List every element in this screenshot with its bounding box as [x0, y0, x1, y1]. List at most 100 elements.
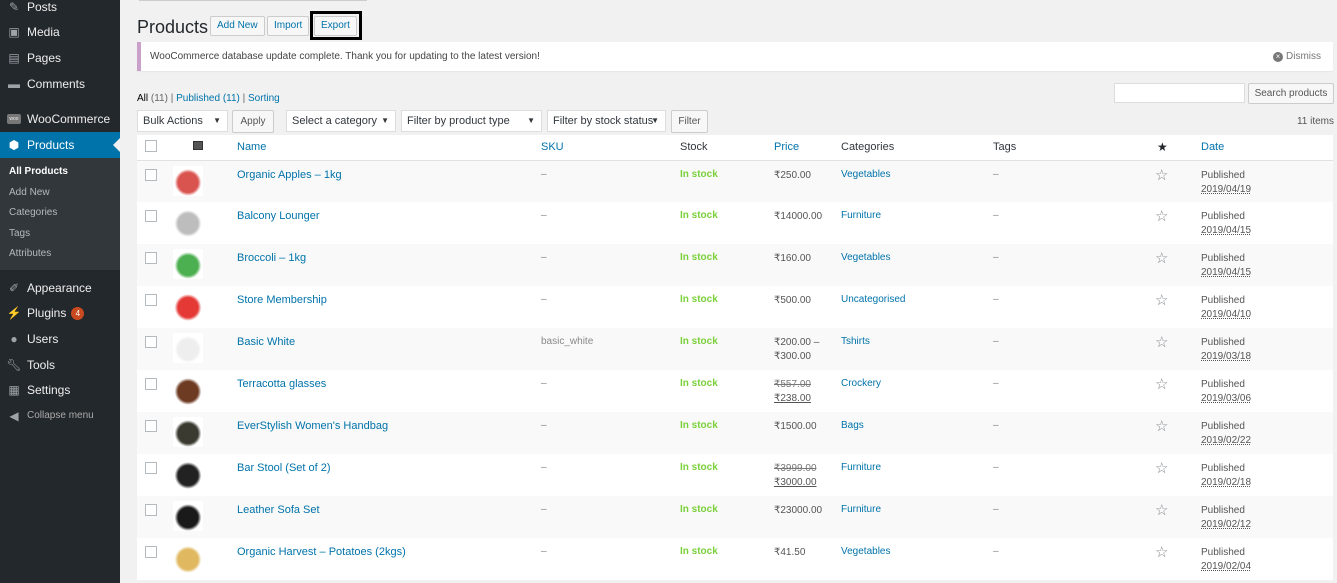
- sidebar-item-appearance[interactable]: ✐ Appearance: [0, 275, 120, 301]
- product-name-link[interactable]: Store Membership: [237, 294, 327, 306]
- sidebar-item-comments[interactable]: ▬ Comments: [0, 71, 120, 97]
- featured-star-icon[interactable]: ☆: [1155, 459, 1201, 477]
- product-name-link[interactable]: Broccoli – 1kg: [237, 252, 306, 264]
- add-new-button[interactable]: Add New: [210, 16, 265, 36]
- products-submenu: All Products Add New Categories Tags Att…: [0, 157, 120, 271]
- sidebar-item-products[interactable]: ⬢ Products: [0, 131, 120, 158]
- product-thumbnail[interactable]: [173, 501, 203, 531]
- featured-star-icon[interactable]: ☆: [1155, 501, 1201, 519]
- category-link[interactable]: Crockery: [841, 378, 881, 389]
- product-type-select[interactable]: Filter by product type ▼: [401, 110, 542, 132]
- column-name[interactable]: Name: [237, 135, 541, 161]
- sidebar-item-posts[interactable]: ✎ Posts: [0, 0, 120, 20]
- row-checkbox[interactable]: [145, 378, 157, 390]
- dismiss-button[interactable]: × Dismiss: [1273, 51, 1321, 62]
- sidebar-item-pages[interactable]: ▤ Pages: [0, 45, 120, 71]
- view-all[interactable]: All (11): [137, 93, 168, 104]
- product-name-link[interactable]: Organic Harvest – Potatoes (2kgs): [237, 546, 406, 558]
- view-published-count: (11): [222, 93, 240, 104]
- category-link[interactable]: Furniture: [841, 462, 881, 473]
- column-sku[interactable]: SKU: [541, 135, 680, 161]
- row-checkbox[interactable]: [145, 504, 157, 516]
- submenu-attributes[interactable]: Attributes: [0, 244, 120, 265]
- product-thumbnail[interactable]: [173, 165, 203, 196]
- row-checkbox[interactable]: [145, 336, 157, 348]
- product-name-link[interactable]: Leather Sofa Set: [237, 504, 320, 516]
- sidebar-item-users[interactable]: ● Users: [0, 326, 120, 352]
- publish-status: Published: [1201, 211, 1245, 222]
- collapse-menu-button[interactable]: ◀ Collapse menu: [0, 403, 120, 429]
- submenu-all-products[interactable]: All Products: [0, 162, 120, 183]
- stock-status-select[interactable]: Filter by stock status ▼: [547, 110, 666, 132]
- sidebar-item-media[interactable]: ▣ Media: [0, 20, 120, 46]
- apply-button[interactable]: Apply: [232, 110, 274, 133]
- featured-star-icon[interactable]: ☆: [1155, 375, 1201, 393]
- row-checkbox[interactable]: [145, 210, 157, 222]
- submenu-categories[interactable]: Categories: [0, 203, 120, 224]
- filter-button[interactable]: Filter: [671, 110, 708, 133]
- submenu-add-new[interactable]: Add New: [0, 182, 120, 203]
- category-link[interactable]: Vegetables: [841, 169, 891, 180]
- stock-status: In stock: [680, 496, 774, 538]
- product-thumbnail[interactable]: [173, 333, 203, 363]
- row-checkbox[interactable]: [145, 168, 157, 181]
- row-checkbox[interactable]: [145, 546, 157, 558]
- search-products-button[interactable]: Search products: [1248, 83, 1334, 104]
- submenu-tags[interactable]: Tags: [0, 223, 120, 244]
- category-link[interactable]: Uncategorised: [841, 294, 905, 305]
- product-thumbnail[interactable]: [173, 417, 203, 447]
- price-value: ₹41.50: [774, 547, 806, 558]
- category-link[interactable]: Tshirts: [841, 336, 870, 347]
- column-price[interactable]: Price: [774, 135, 841, 161]
- sidebar-item-woocommerce[interactable]: woo WooCommerce: [0, 106, 120, 132]
- product-name-link[interactable]: Terracotta glasses: [237, 378, 326, 390]
- product-thumbnail[interactable]: [173, 207, 203, 237]
- sidebar-item-plugins[interactable]: ⚡ Plugins 4: [0, 301, 120, 327]
- category-link[interactable]: Vegetables: [841, 252, 891, 263]
- featured-column-star-icon[interactable]: ★: [1157, 140, 1168, 154]
- featured-star-icon[interactable]: ☆: [1155, 249, 1201, 267]
- featured-star-icon[interactable]: ☆: [1155, 543, 1201, 561]
- category-select[interactable]: Select a category ▼: [286, 110, 396, 132]
- view-sorting[interactable]: Sorting: [248, 93, 280, 104]
- row-checkbox[interactable]: [145, 420, 157, 432]
- product-price: ₹41.50: [774, 538, 841, 580]
- featured-star-icon[interactable]: ☆: [1155, 417, 1201, 435]
- product-thumbnail[interactable]: [173, 375, 203, 405]
- category-link[interactable]: Bags: [841, 420, 864, 431]
- product-name-link[interactable]: Bar Stool (Set of 2): [237, 462, 331, 474]
- sidebar-item-settings[interactable]: ▦ Settings: [0, 377, 120, 403]
- stock-status: In stock: [680, 244, 774, 286]
- stock-status: In stock: [680, 546, 718, 557]
- product-thumbnail[interactable]: [173, 459, 203, 489]
- product-name-link[interactable]: Organic Apples – 1kg: [237, 169, 342, 181]
- category-link[interactable]: Furniture: [841, 210, 881, 221]
- product-sku: –: [541, 244, 680, 286]
- product-name-link[interactable]: EverStylish Women's Handbag: [237, 420, 388, 432]
- product-thumbnail[interactable]: [173, 249, 203, 279]
- featured-star-icon[interactable]: ☆: [1155, 333, 1201, 351]
- product-sku: –: [541, 496, 680, 538]
- view-published[interactable]: Published (11): [176, 93, 240, 104]
- category-link[interactable]: Vegetables: [841, 546, 891, 557]
- product-thumbnail[interactable]: [173, 543, 203, 573]
- search-products-input[interactable]: [1114, 83, 1245, 103]
- row-checkbox[interactable]: [145, 252, 157, 264]
- featured-star-icon[interactable]: ☆: [1155, 207, 1201, 225]
- product-name-link[interactable]: Basic White: [237, 336, 295, 348]
- row-checkbox[interactable]: [145, 462, 157, 474]
- category-link[interactable]: Furniture: [841, 504, 881, 515]
- product-thumbnail[interactable]: [173, 291, 203, 321]
- product-name-link[interactable]: Balcony Lounger: [237, 210, 320, 222]
- product-price: ₹23000.00: [774, 496, 841, 538]
- import-button[interactable]: Import: [267, 16, 310, 36]
- column-date[interactable]: Date: [1201, 135, 1333, 161]
- sidebar-item-tools[interactable]: 🔧︎ Tools: [0, 352, 120, 378]
- select-all-checkbox[interactable]: [145, 139, 157, 152]
- featured-star-icon[interactable]: ☆: [1155, 291, 1201, 309]
- bulk-actions-select[interactable]: Bulk Actions ▼: [137, 110, 228, 132]
- collapse-icon: ◀: [9, 408, 19, 423]
- featured-star-icon[interactable]: ☆: [1155, 166, 1201, 184]
- row-checkbox[interactable]: [145, 294, 157, 306]
- brush-icon: ✐: [8, 280, 20, 295]
